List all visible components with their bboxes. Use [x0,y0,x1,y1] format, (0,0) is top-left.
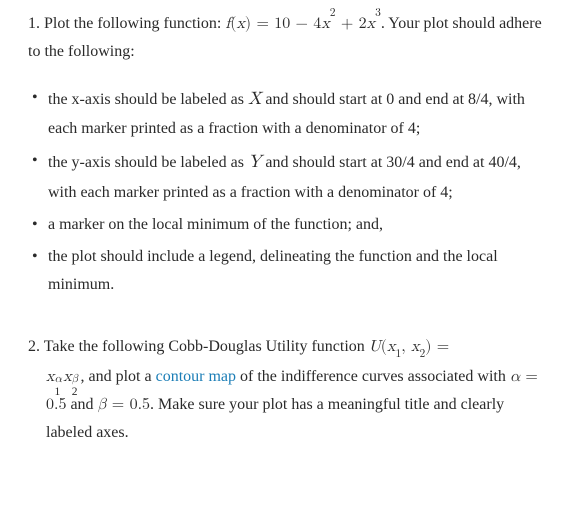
math-eq: = [251,16,274,32]
math-eq: = [431,339,449,355]
bullet-text: the plot should include a legend, deline… [48,248,498,293]
question-list: 1. Plot the following function: f(x) = 1… [28,10,551,447]
math-x1-sub: 1 [395,349,401,360]
math-eq-sym-2: = [107,397,130,413]
q2-after-expr: , and plot a [81,368,156,385]
question-2: 2. Take the following Cobb-Douglas Utili… [28,333,551,447]
math-rhs-a: 10 − 4 [274,16,321,32]
math-beta: β [98,397,107,413]
math-x3: x [367,16,375,32]
contour-map-link[interactable]: contour map [156,368,236,385]
q2-after-link: of the indifference curves associated wi… [236,368,510,385]
math-exp-2: 2 [330,8,336,19]
math-x2: x [321,16,329,32]
math-2-sub: 2 [72,382,78,402]
math-x: x [236,16,244,32]
math-eq-sym: = [520,369,538,385]
math-val-05b: 0.5 [130,397,150,413]
q2-line-1: 2. Take the following Cobb-Douglas Utili… [28,333,551,361]
math-X: X [248,91,261,108]
q2-continuation: x α 1x β 2, and plot a contour map of the in… [28,363,551,447]
math-x1a-base: x [46,369,54,385]
question-number: 1. [28,15,40,32]
question-number: 2. [28,338,40,355]
question-1: 1. Plot the following function: f(x) = 1… [28,10,551,299]
bullet-text: the x-axis should be labeled as [48,91,248,108]
q1-bullet-1: the x-axis should be labeled as X and sh… [32,84,551,143]
q1-bullet-3: a marker on the local minimum of the fun… [32,211,551,239]
math-alpha: α [510,369,520,385]
math-Y: Y [248,154,261,171]
math-x2-sub: 2 [419,349,425,360]
math-x2a-base: x [63,369,71,385]
q1-bullet-list: the x-axis should be labeled as X and sh… [28,84,551,299]
bullet-text: a marker on the local minimum of the fun… [48,216,383,233]
q1-bullet-4: the plot should include a legend, deline… [32,243,551,299]
bullet-text: the y-axis should be labeled as [48,154,248,171]
math-comma: , [401,339,411,355]
math-U: U [369,339,381,355]
math-exp-3: 3 [375,8,381,19]
math-rhs-b: + 2 [336,16,367,32]
q2-text-lead: Take the following Cobb-Douglas Utility … [44,338,369,355]
math-1-sub: 1 [54,382,60,402]
q1-bullet-2: the y-axis should be labeled as Y and sh… [32,147,551,206]
q1-text-lead: Plot the following function: [44,15,225,32]
